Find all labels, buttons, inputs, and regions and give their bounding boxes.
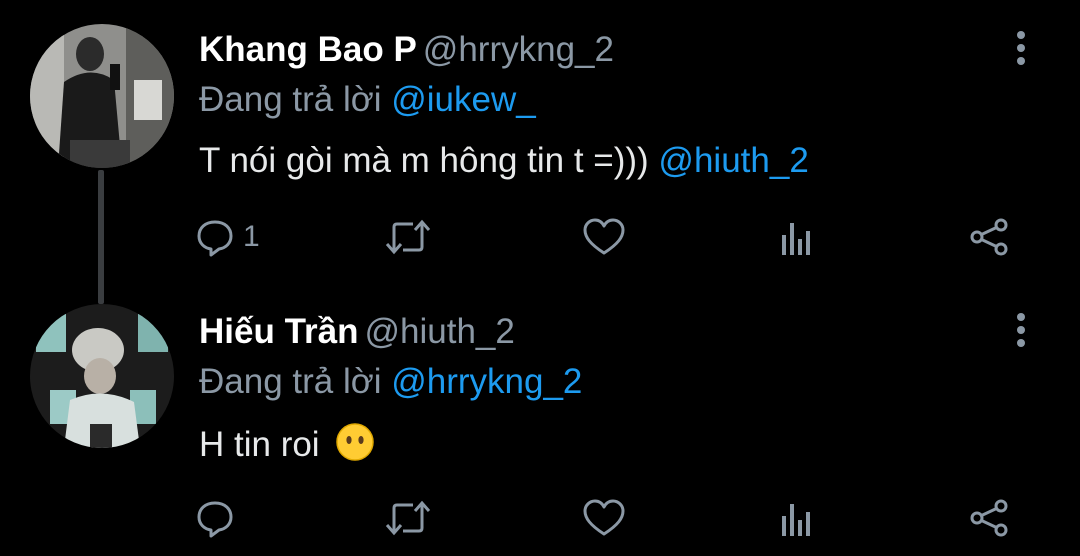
analytics-icon [782, 504, 810, 536]
tweet-actions [195, 493, 1025, 543]
share-button[interactable] [969, 493, 1011, 543]
profile-photo-icon [30, 24, 174, 168]
analytics-button[interactable] [779, 493, 815, 543]
more-vertical-icon [1017, 31, 1025, 65]
replying-to-mention[interactable]: @iukew_ [391, 80, 535, 119]
tweet-text-mention[interactable]: @hiuth_2 [658, 141, 808, 180]
user-handle[interactable]: @hrrykng_2 [423, 30, 614, 69]
tweet-text: T nói gòi mà m hông tin t =))) @hiuth_2 [199, 141, 809, 181]
reply-icon [197, 501, 233, 538]
share-icon [970, 499, 1008, 537]
replying-prefix: Đang trả lời [199, 362, 382, 401]
thread-line [98, 170, 104, 304]
like-icon [583, 499, 625, 536]
face-without-mouth-icon [336, 423, 375, 461]
reply-icon [197, 220, 233, 257]
more-vertical-icon [1017, 313, 1025, 347]
tweet-text-content: H tin roi [199, 425, 320, 464]
more-options-button[interactable] [1004, 28, 1038, 68]
tweet-header: Khang Bao P @hrrykng_2 [199, 30, 614, 70]
profile-photo-icon [30, 304, 174, 448]
reply-count: 1 [243, 220, 260, 253]
like-button[interactable] [582, 212, 626, 262]
tweet-text-content: T nói gòi mà m hông tin t =))) [199, 141, 649, 180]
avatar[interactable] [30, 304, 174, 448]
tweet-khang-bao-p[interactable]: Khang Bao P @hrrykng_2 Đang trả lời @iuke… [0, 0, 1080, 304]
replying-to-mention[interactable]: @hrrykng_2 [391, 362, 582, 401]
retweet-button[interactable] [385, 212, 431, 262]
like-button[interactable] [582, 493, 626, 543]
share-icon [970, 218, 1008, 256]
retweet-icon [385, 500, 431, 536]
reply-button[interactable]: 1 [195, 212, 260, 262]
analytics-button[interactable] [779, 212, 815, 262]
tweet-actions: 1 [195, 212, 1025, 262]
retweet-button[interactable] [385, 493, 431, 543]
share-button[interactable] [969, 212, 1011, 262]
more-options-button[interactable] [1004, 310, 1038, 350]
retweet-icon [385, 219, 431, 255]
tweet-header: Hiếu Trần @hiuth_2 [199, 312, 515, 352]
replying-to: Đang trả lời @iukew_ [199, 80, 536, 120]
display-name[interactable]: Khang Bao P [199, 30, 417, 69]
replying-prefix: Đang trả lời [199, 80, 382, 119]
analytics-icon [782, 223, 810, 255]
reply-button[interactable] [195, 493, 243, 543]
tweet-hieu-tran[interactable]: Hiếu Trần @hiuth_2 Đang trả lời @hrrykng_… [0, 290, 1080, 556]
tweet-text: H tin roi [199, 422, 375, 465]
avatar[interactable] [30, 24, 174, 168]
replying-to: Đang trả lời @hrrykng_2 [199, 362, 582, 402]
display-name[interactable]: Hiếu Trần [199, 312, 358, 351]
user-handle[interactable]: @hiuth_2 [364, 312, 514, 351]
like-icon [583, 218, 625, 255]
